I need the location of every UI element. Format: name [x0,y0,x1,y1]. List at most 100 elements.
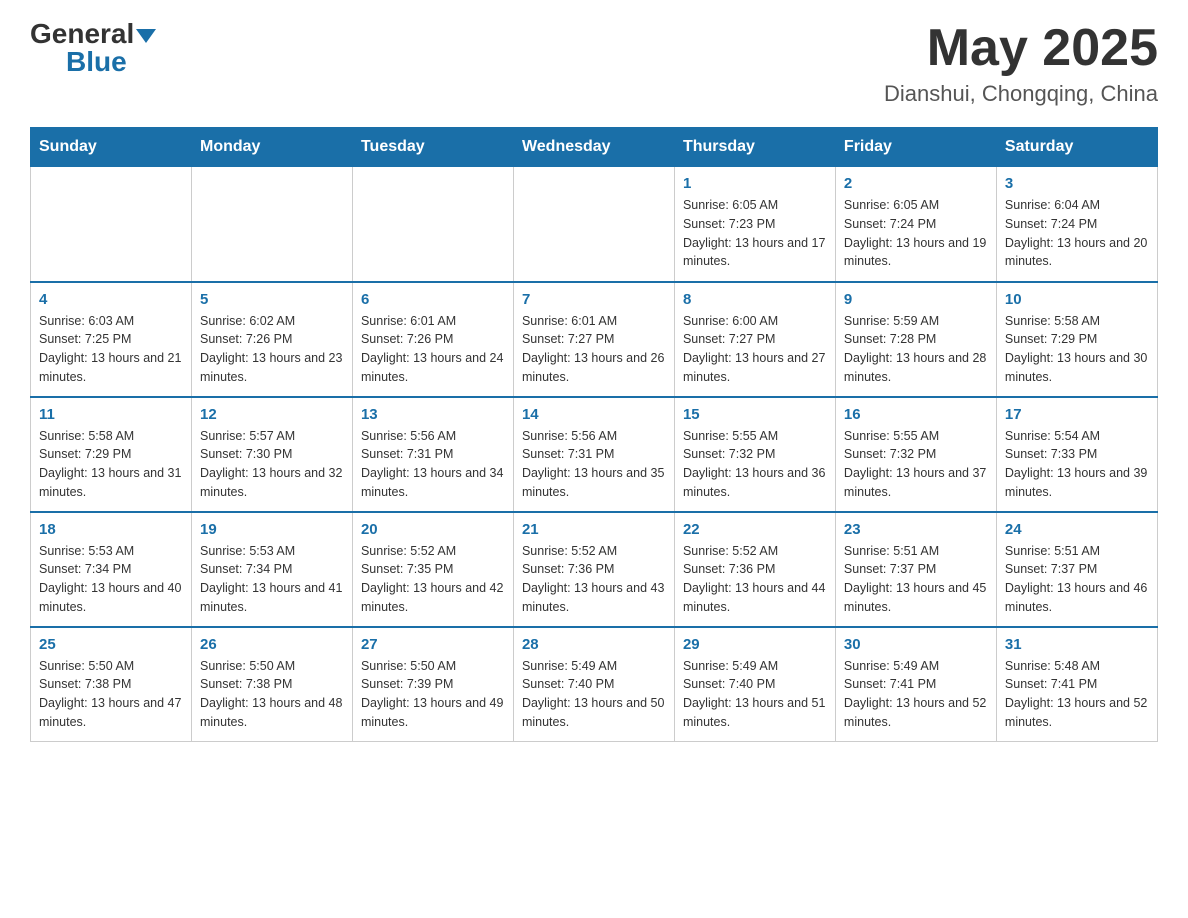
day-info: Sunrise: 6:01 AMSunset: 7:27 PMDaylight:… [522,312,666,387]
day-info: Sunrise: 6:03 AMSunset: 7:25 PMDaylight:… [39,312,183,387]
title-section: May 2025 Dianshui, Chongqing, China [884,20,1158,107]
day-number: 6 [361,291,505,308]
calendar-cell: 24 Sunrise: 5:51 AMSunset: 7:37 PMDayligh… [996,512,1157,627]
calendar-cell: 29Sunrise: 5:49 AMSunset: 7:40 PMDayligh… [674,627,835,742]
calendar-cell: 9 Sunrise: 5:59 AMSunset: 7:28 PMDaylight… [835,282,996,397]
calendar-cell: 3Sunrise: 6:04 AMSunset: 7:24 PMDaylight… [996,167,1157,282]
calendar-cell: 16 Sunrise: 5:55 AMSunset: 7:32 PMDayligh… [835,397,996,512]
day-header-friday: Friday [835,128,996,167]
day-number: 31 [1005,636,1149,653]
day-header-thursday: Thursday [674,128,835,167]
day-number: 10 [1005,291,1149,308]
calendar-cell [191,167,352,282]
day-number: 7 [522,291,666,308]
day-info: Sunrise: 5:48 AMSunset: 7:41 PMDaylight:… [1005,657,1149,732]
day-info: Sunrise: 5:52 AMSunset: 7:36 PMDaylight:… [683,542,827,617]
day-number: 13 [361,406,505,423]
day-number: 17 [1005,406,1149,423]
calendar-week-row: 11 Sunrise: 5:58 AMSunset: 7:29 PMDayligh… [31,397,1158,512]
day-number: 12 [200,406,344,423]
day-header-monday: Monday [191,128,352,167]
day-info: Sunrise: 5:51 AMSunset: 7:37 PMDaylight:… [844,542,988,617]
day-info: Sunrise: 5:55 AMSunset: 7:32 PMDaylight:… [683,427,827,502]
day-info: Sunrise: 5:49 AMSunset: 7:40 PMDaylight:… [522,657,666,732]
calendar-cell: 7 Sunrise: 6:01 AMSunset: 7:27 PMDaylight… [513,282,674,397]
day-number: 2 [844,175,988,192]
day-number: 28 [522,636,666,653]
day-number: 29 [683,636,827,653]
day-number: 18 [39,521,183,538]
day-info: Sunrise: 5:57 AMSunset: 7:30 PMDaylight:… [200,427,344,502]
day-info: Sunrise: 5:56 AMSunset: 7:31 PMDaylight:… [361,427,505,502]
calendar-cell: 25 Sunrise: 5:50 AMSunset: 7:38 PMDayligh… [31,627,192,742]
calendar-table: SundayMondayTuesdayWednesdayThursdayFrid… [30,127,1158,742]
day-info: Sunrise: 5:53 AMSunset: 7:34 PMDaylight:… [200,542,344,617]
day-info: Sunrise: 5:50 AMSunset: 7:39 PMDaylight:… [361,657,505,732]
calendar-week-row: 4 Sunrise: 6:03 AMSunset: 7:25 PMDaylight… [31,282,1158,397]
day-number: 9 [844,291,988,308]
day-number: 1 [683,175,827,192]
day-number: 23 [844,521,988,538]
calendar-cell: 17 Sunrise: 5:54 AMSunset: 7:33 PMDayligh… [996,397,1157,512]
calendar-cell: 27 Sunrise: 5:50 AMSunset: 7:39 PMDayligh… [352,627,513,742]
day-info: Sunrise: 5:49 AMSunset: 7:41 PMDaylight:… [844,657,988,732]
day-info: Sunrise: 5:54 AMSunset: 7:33 PMDaylight:… [1005,427,1149,502]
day-info: Sunrise: 6:05 AMSunset: 7:24 PMDaylight:… [844,196,988,271]
calendar-cell: 2 Sunrise: 6:05 AMSunset: 7:24 PMDaylight… [835,167,996,282]
page-header: General Blue May 2025 Dianshui, Chongqin… [30,20,1158,107]
calendar-week-row: 18 Sunrise: 5:53 AMSunset: 7:34 PMDayligh… [31,512,1158,627]
location-text: Dianshui, Chongqing, China [884,81,1158,107]
day-header-sunday: Sunday [31,128,192,167]
day-header-wednesday: Wednesday [513,128,674,167]
day-info: Sunrise: 5:50 AMSunset: 7:38 PMDaylight:… [39,657,183,732]
day-info: Sunrise: 5:52 AMSunset: 7:36 PMDaylight:… [522,542,666,617]
calendar-cell: 22 Sunrise: 5:52 AMSunset: 7:36 PMDayligh… [674,512,835,627]
calendar-cell: 31 Sunrise: 5:48 AMSunset: 7:41 PMDayligh… [996,627,1157,742]
day-info: Sunrise: 6:04 AMSunset: 7:24 PMDaylight:… [1005,196,1149,271]
day-info: Sunrise: 5:55 AMSunset: 7:32 PMDaylight:… [844,427,988,502]
day-number: 25 [39,636,183,653]
day-info: Sunrise: 6:05 AMSunset: 7:23 PMDaylight:… [683,196,827,271]
day-number: 30 [844,636,988,653]
calendar-cell [352,167,513,282]
month-title: May 2025 [884,20,1158,77]
day-header-saturday: Saturday [996,128,1157,167]
day-number: 4 [39,291,183,308]
calendar-cell: 21Sunrise: 5:52 AMSunset: 7:36 PMDayligh… [513,512,674,627]
calendar-cell: 30 Sunrise: 5:49 AMSunset: 7:41 PMDayligh… [835,627,996,742]
calendar-cell [513,167,674,282]
calendar-cell: 4 Sunrise: 6:03 AMSunset: 7:25 PMDaylight… [31,282,192,397]
day-number: 11 [39,406,183,423]
day-info: Sunrise: 5:58 AMSunset: 7:29 PMDaylight:… [1005,312,1149,387]
calendar-cell [31,167,192,282]
day-number: 5 [200,291,344,308]
day-info: Sunrise: 5:51 AMSunset: 7:37 PMDaylight:… [1005,542,1149,617]
day-info: Sunrise: 5:58 AMSunset: 7:29 PMDaylight:… [39,427,183,502]
calendar-cell: 20Sunrise: 5:52 AMSunset: 7:35 PMDayligh… [352,512,513,627]
day-header-tuesday: Tuesday [352,128,513,167]
calendar-cell: 18 Sunrise: 5:53 AMSunset: 7:34 PMDayligh… [31,512,192,627]
logo-blue-text: Blue [66,48,127,76]
calendar-cell: 10 Sunrise: 5:58 AMSunset: 7:29 PMDayligh… [996,282,1157,397]
day-info: Sunrise: 6:02 AMSunset: 7:26 PMDaylight:… [200,312,344,387]
calendar-cell: 28 Sunrise: 5:49 AMSunset: 7:40 PMDayligh… [513,627,674,742]
day-info: Sunrise: 5:53 AMSunset: 7:34 PMDaylight:… [39,542,183,617]
calendar-week-row: 1 Sunrise: 6:05 AMSunset: 7:23 PMDaylight… [31,167,1158,282]
logo-general-text: General [30,20,134,48]
day-number: 8 [683,291,827,308]
calendar-week-row: 25 Sunrise: 5:50 AMSunset: 7:38 PMDayligh… [31,627,1158,742]
day-number: 16 [844,406,988,423]
day-info: Sunrise: 6:00 AMSunset: 7:27 PMDaylight:… [683,312,827,387]
calendar-cell: 15 Sunrise: 5:55 AMSunset: 7:32 PMDayligh… [674,397,835,512]
day-info: Sunrise: 5:59 AMSunset: 7:28 PMDaylight:… [844,312,988,387]
day-info: Sunrise: 5:56 AMSunset: 7:31 PMDaylight:… [522,427,666,502]
day-number: 27 [361,636,505,653]
day-info: Sunrise: 5:50 AMSunset: 7:38 PMDaylight:… [200,657,344,732]
day-number: 20 [361,521,505,538]
day-number: 15 [683,406,827,423]
calendar-cell: 5 Sunrise: 6:02 AMSunset: 7:26 PMDaylight… [191,282,352,397]
calendar-cell: 23 Sunrise: 5:51 AMSunset: 7:37 PMDayligh… [835,512,996,627]
day-number: 22 [683,521,827,538]
day-number: 24 [1005,521,1149,538]
calendar-cell: 12 Sunrise: 5:57 AMSunset: 7:30 PMDayligh… [191,397,352,512]
